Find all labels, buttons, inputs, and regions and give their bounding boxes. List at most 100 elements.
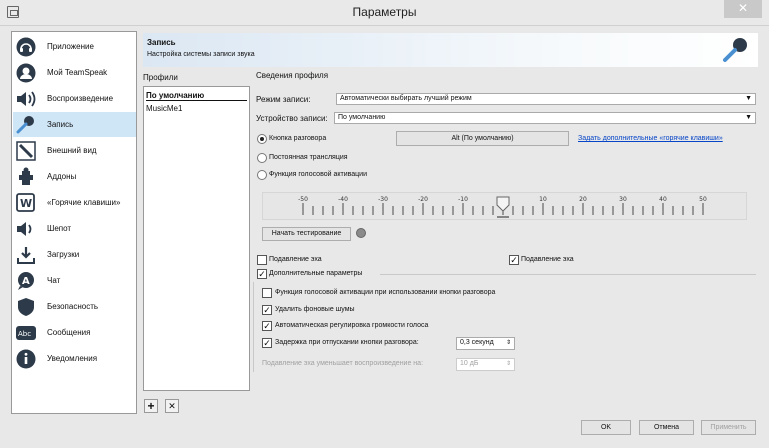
application-icon: [15, 36, 37, 58]
echo-reduction-spinbox[interactable]: 10 дБ ⇕: [456, 358, 515, 371]
cancel-button[interactable]: Отмена: [639, 420, 694, 435]
advanced-group-divider: [380, 274, 756, 275]
vad-while-ptt-label: Функция голосовой активации при использо…: [275, 289, 496, 296]
sidebar-item-addons[interactable]: Аддоны: [13, 164, 136, 189]
settings-sidebar: Приложение Мой TeamSpeak Воспроизведение…: [11, 31, 137, 414]
ok-button[interactable]: OK: [581, 420, 631, 435]
sidebar-item-label: Воспроизведение: [47, 94, 114, 103]
sidebar-item-notifications[interactable]: Уведомления: [13, 346, 136, 371]
apply-button[interactable]: Применить: [701, 420, 756, 435]
echo-cancellation-checkbox[interactable]: ✓: [509, 255, 519, 265]
profiles-list[interactable]: По умолчанию MusicMe1: [143, 86, 250, 391]
sidebar-item-messages[interactable]: Abc Сообщения: [13, 320, 136, 345]
echo-suppression-checkbox[interactable]: [257, 255, 267, 265]
puzzle-icon: [15, 166, 37, 188]
push-to-talk-radio[interactable]: [257, 134, 267, 144]
sidebar-item-security[interactable]: Безопасность: [13, 294, 136, 319]
profile-item-default[interactable]: По умолчанию: [146, 91, 247, 101]
svg-text:W: W: [20, 197, 32, 210]
slider-tick-label: 40: [659, 196, 667, 203]
start-test-button[interactable]: Начать тестирование: [262, 227, 351, 241]
chat-icon: A: [15, 270, 37, 292]
more-hotkeys-link[interactable]: Задать дополнительные «горячие клавиши»: [578, 135, 723, 142]
spin-arrows-icon: ⇕: [505, 361, 511, 367]
info-icon: [15, 348, 37, 370]
close-button[interactable]: ✕: [724, 0, 762, 18]
sidebar-item-chat[interactable]: A Чат: [13, 268, 136, 293]
push-to-talk-hotkey-button[interactable]: Alt (По умолчанию): [396, 131, 569, 146]
sidebar-item-label: Внешний вид: [47, 146, 97, 155]
remove-noise-label: Удалить фоновые шумы: [275, 306, 355, 313]
page-subtitle: Настройка системы записи звука: [147, 51, 255, 58]
sidebar-item-label: Мой TeamSpeak: [47, 68, 108, 77]
slider-tick-label: -10: [458, 196, 468, 203]
user-icon: [15, 62, 37, 84]
sidebar-item-label: Шепот: [47, 224, 72, 233]
profile-item-musicme1[interactable]: MusicMe1: [146, 104, 182, 113]
advanced-group-border: [253, 282, 254, 372]
slider-handle[interactable]: [496, 196, 510, 212]
capture-device-value: По умолчанию: [338, 114, 386, 121]
messages-icon: Abc: [15, 322, 37, 344]
slider-tick-label: -20: [418, 196, 428, 203]
voice-activation-label: Функция голосовой активации: [269, 171, 367, 178]
window-title: Параметры: [352, 5, 417, 19]
sidebar-item-my-teamspeak[interactable]: Мой TeamSpeak: [13, 60, 136, 85]
continuous-transmission-label: Постоянная трансляция: [269, 154, 348, 161]
profiles-label: Профили: [143, 73, 178, 82]
profile-details-label: Сведения профиля: [256, 71, 329, 80]
continuous-transmission-radio[interactable]: [257, 153, 267, 163]
sidebar-item-label: Загрузки: [47, 250, 80, 259]
speaker-icon: [15, 88, 37, 110]
add-profile-button[interactable]: +: [144, 399, 158, 413]
sidebar-item-application[interactable]: Приложение: [13, 34, 136, 59]
ptt-delay-value: 0,3 секунд: [460, 339, 494, 346]
capture-mode-value: Автоматически выбирать лучший режим: [340, 95, 472, 102]
echo-reduction-label: Подавление эха уменьшает воспроизведение…: [262, 360, 424, 367]
sidebar-item-label: Безопасность: [47, 302, 99, 311]
voice-activation-radio[interactable]: [257, 170, 267, 180]
capture-device-label: Устройство записи:: [256, 114, 328, 123]
slider-tick-label: -40: [338, 196, 348, 203]
sidebar-item-design[interactable]: Внешний вид: [13, 138, 136, 163]
sidebar-item-label: Приложение: [47, 42, 94, 51]
voice-activation-level-slider[interactable]: -50 -40 -30 -20 -10 10 20 30 40 50: [262, 192, 747, 220]
sidebar-item-downloads[interactable]: Загрузки: [13, 242, 136, 267]
svg-text:Abc: Abc: [18, 330, 31, 338]
sidebar-item-whisper[interactable]: Шепот: [13, 216, 136, 241]
hotkey-icon: W: [15, 192, 37, 214]
capture-device-select[interactable]: По умолчанию ▼: [334, 112, 756, 124]
slider-tick-label: 10: [539, 196, 547, 203]
echo-cancellation-label: Подавление эха: [521, 256, 574, 263]
sidebar-item-capture[interactable]: Запись: [13, 112, 136, 137]
sidebar-item-label: Аддоны: [47, 172, 77, 181]
ptt-delay-spinbox[interactable]: 0,3 секунд ⇕: [456, 337, 515, 350]
slider-tick-label: -30: [378, 196, 388, 203]
sidebar-item-label: Запись: [47, 120, 74, 129]
capture-mode-label: Режим записи:: [256, 95, 311, 104]
slider-scale: -50 -40 -30 -20 -10 10 20 30 40 50: [298, 196, 707, 218]
microphone-icon: [722, 37, 750, 63]
echo-suppression-label: Подавление эха: [269, 256, 322, 263]
ptt-delay-checkbox[interactable]: ✓: [262, 338, 272, 348]
test-status-indicator: [356, 228, 366, 238]
capture-mode-select[interactable]: Автоматически выбирать лучший режим ▼: [336, 93, 756, 105]
slider-tick-label: 20: [579, 196, 587, 203]
auto-gain-checkbox[interactable]: ✓: [262, 321, 272, 331]
sidebar-item-playback[interactable]: Воспроизведение: [13, 86, 136, 111]
page-header: Запись Настройка системы записи звука: [143, 33, 758, 67]
ptt-delay-label: Задержка при отпускании кнопки разговора…: [275, 339, 419, 346]
dropdown-arrow-icon: ▼: [745, 114, 752, 121]
page-title: Запись: [147, 38, 176, 47]
microphone-icon: [15, 114, 37, 136]
shield-icon: [15, 296, 37, 318]
remove-profile-button[interactable]: ✕: [165, 399, 179, 413]
download-icon: [15, 244, 37, 266]
vad-while-ptt-checkbox[interactable]: [262, 288, 272, 298]
sidebar-item-hotkeys[interactable]: W «Горячие клавиши»: [13, 190, 136, 215]
remove-noise-checkbox[interactable]: ✓: [262, 305, 272, 315]
dropdown-arrow-icon: ▼: [745, 95, 752, 102]
advanced-options-label: Дополнительные параметры: [269, 270, 363, 277]
advanced-options-checkbox[interactable]: ✓: [257, 269, 267, 279]
push-to-talk-label: Кнопка разговора: [269, 135, 327, 142]
